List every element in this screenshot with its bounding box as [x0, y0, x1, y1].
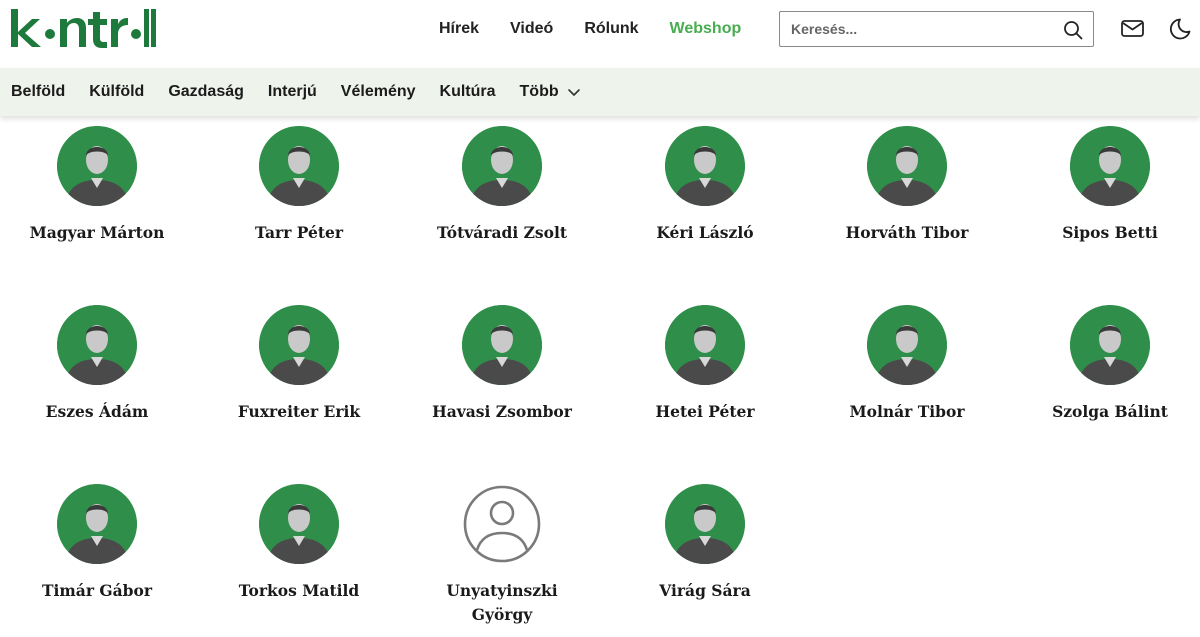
author-name[interactable]: Torkos Matild — [198, 579, 400, 603]
mail-icon[interactable] — [1120, 17, 1146, 41]
moon-icon[interactable] — [1167, 17, 1193, 41]
author-name[interactable]: Horváth Tibor — [806, 221, 1008, 245]
author-card[interactable]: Fuxreiter Erik — [198, 305, 400, 424]
author-card[interactable]: Torkos Matild — [198, 484, 400, 603]
search-input[interactable] — [791, 20, 1051, 38]
author-photo[interactable] — [57, 484, 137, 564]
category-more-label: Több — [519, 83, 559, 100]
author-photo[interactable] — [57, 305, 137, 385]
category-nav: Belföld Külföld Gazdaság Interjú Vélemén… — [0, 68, 1200, 116]
author-photo[interactable] — [259, 305, 339, 385]
site-logo[interactable] — [10, 8, 156, 50]
author-photo[interactable] — [462, 126, 542, 206]
author-photo[interactable] — [57, 126, 137, 206]
author-name[interactable]: Timár Gábor — [0, 579, 198, 603]
author-photo[interactable] — [259, 484, 339, 564]
author-card[interactable]: Molnár Tibor — [806, 305, 1008, 424]
author-card[interactable]: Timár Gábor — [0, 484, 198, 603]
author-photo[interactable] — [665, 484, 745, 564]
category-belfold[interactable]: Belföld — [11, 82, 65, 102]
author-name[interactable]: Virág Sára — [604, 579, 806, 603]
author-card[interactable]: Sipos Betti — [1009, 126, 1200, 245]
search-icon[interactable] — [1063, 20, 1083, 40]
author-name[interactable]: Fuxreiter Erik — [198, 400, 400, 424]
author-card[interactable]: Havasi Zsombor — [401, 305, 603, 424]
logo-icon — [11, 9, 156, 48]
author-card[interactable]: Unyatyinszki György — [401, 484, 603, 627]
author-name[interactable]: Kéri László — [604, 221, 806, 245]
author-name[interactable]: Sipos Betti — [1009, 221, 1200, 245]
author-photo[interactable] — [867, 305, 947, 385]
category-interju[interactable]: Interjú — [268, 82, 317, 102]
search-box — [779, 11, 1094, 47]
author-card[interactable]: Eszes Ádám — [0, 305, 198, 424]
nav-item-rolunk[interactable]: Rólunk — [584, 19, 638, 39]
author-name[interactable]: Tótváradi Zsolt — [401, 221, 603, 245]
author-name[interactable]: Eszes Ádám — [0, 400, 198, 424]
author-name[interactable]: Unyatyinszki György — [401, 579, 603, 627]
site-header: Hírek Videó Rólunk Webshop — [0, 0, 1200, 68]
author-card[interactable]: Hetei Péter — [604, 305, 806, 424]
category-gazdasag[interactable]: Gazdaság — [168, 82, 244, 102]
author-name[interactable]: Szolga Bálint — [1009, 400, 1200, 424]
author-photo[interactable] — [1070, 305, 1150, 385]
author-name[interactable]: Magyar Márton — [0, 221, 198, 245]
author-photo[interactable] — [665, 126, 745, 206]
nav-item-video[interactable]: Videó — [510, 19, 553, 39]
nav-item-hirek[interactable]: Hírek — [439, 19, 479, 39]
category-kultura[interactable]: Kultúra — [440, 82, 496, 102]
main-nav: Hírek Videó Rólunk Webshop — [439, 19, 772, 39]
chevron-down-icon — [567, 89, 580, 96]
author-name[interactable]: Hetei Péter — [604, 400, 806, 424]
user-placeholder-icon[interactable] — [462, 484, 542, 564]
author-card[interactable]: Magyar Márton — [0, 126, 198, 245]
author-card[interactable]: Kéri László — [604, 126, 806, 245]
author-photo[interactable] — [1070, 126, 1150, 206]
author-name[interactable]: Havasi Zsombor — [401, 400, 603, 424]
author-card[interactable]: Tarr Péter — [198, 126, 400, 245]
author-name[interactable]: Tarr Péter — [198, 221, 400, 245]
author-card[interactable]: Virág Sára — [604, 484, 806, 603]
category-kulfold[interactable]: Külföld — [89, 82, 144, 102]
author-card[interactable]: Horváth Tibor — [806, 126, 1008, 245]
category-velemeny[interactable]: Vélemény — [341, 82, 416, 102]
author-photo[interactable] — [259, 126, 339, 206]
author-card[interactable]: Szolga Bálint — [1009, 305, 1200, 424]
author-card[interactable]: Tótváradi Zsolt — [401, 126, 603, 245]
nav-item-webshop[interactable]: Webshop — [670, 19, 742, 39]
author-photo[interactable] — [665, 305, 745, 385]
author-name[interactable]: Molnár Tibor — [806, 400, 1008, 424]
category-more-dropdown[interactable]: Több — [520, 82, 581, 102]
author-photo[interactable] — [462, 305, 542, 385]
author-photo[interactable] — [867, 126, 947, 206]
